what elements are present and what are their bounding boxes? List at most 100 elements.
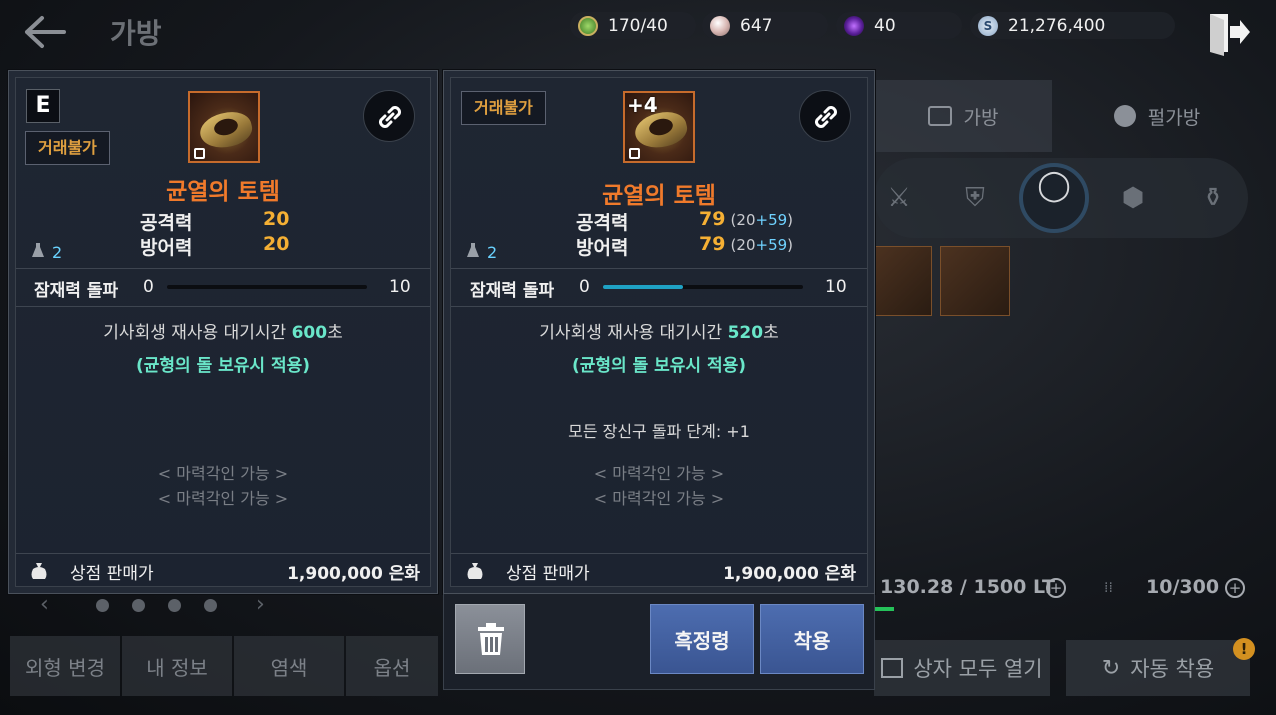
- potential-max: 10: [389, 277, 411, 297]
- appearance-button[interactable]: 외형 변경: [10, 636, 120, 696]
- potential-bar: [603, 285, 803, 289]
- attack-label: 공격력: [576, 212, 629, 234]
- potential-label: 잠재력 돌파: [34, 281, 119, 301]
- potential-max: 10: [825, 277, 847, 297]
- revive-cooldown-effect: 기사회생 재사용 대기시간 600초: [103, 323, 343, 343]
- attack-value-row: 79 (20+59): [699, 208, 794, 230]
- currency-energy-value: 170/40: [608, 15, 668, 36]
- tab-bag-label: 가방: [963, 106, 999, 129]
- weight-plus-icon[interactable]: +: [1046, 578, 1066, 598]
- rune-slot: < 마력각인 가능 >: [157, 464, 289, 483]
- weight-icon: [31, 241, 45, 259]
- currency-dark-orb[interactable]: 40: [836, 12, 962, 39]
- potential-min: 0: [143, 277, 154, 297]
- equip-button[interactable]: 착용: [760, 604, 864, 674]
- notification-badge: !: [1233, 638, 1255, 660]
- exit-door-icon[interactable]: [1206, 10, 1250, 56]
- divider: [16, 306, 430, 307]
- revive-cooldown-effect: 기사회생 재사용 대기시간 520초: [539, 323, 779, 343]
- divider: [451, 268, 867, 269]
- potential-min: 0: [579, 277, 590, 297]
- currency-dark-orb-value: 40: [874, 15, 896, 36]
- defense-value-row: 79 (20+59): [699, 233, 794, 255]
- link-icon: [815, 106, 837, 128]
- bag-slot[interactable]: [872, 246, 932, 316]
- potential-bar: [167, 285, 367, 289]
- defense-value: 79: [699, 233, 726, 255]
- delete-button[interactable]: [455, 604, 525, 674]
- lock-icon: [194, 148, 205, 159]
- auto-equip-button[interactable]: ↻ 자동 착용: [1066, 640, 1250, 696]
- accessory-breakthrough-effect: 모든 장신구 돌파 단계: +1: [568, 422, 750, 441]
- dye-button[interactable]: 염색: [234, 636, 344, 696]
- shop-sell-price: 상점 판매가 1,900,000 은화: [30, 554, 420, 588]
- weight-icon: [466, 241, 480, 259]
- link-button[interactable]: [799, 90, 851, 142]
- grid-icon: ⁞⁞: [1104, 580, 1113, 596]
- tab-pearl-bag[interactable]: 펄가방: [1052, 80, 1262, 152]
- box-icon: [881, 658, 904, 678]
- bag-weight: 130.28 / 1500 LT: [880, 576, 1055, 598]
- bag-tab-icon: [927, 106, 952, 126]
- potential-label: 잠재력 돌파: [470, 281, 555, 301]
- attack-value: 79: [699, 208, 726, 230]
- untradeable-badge: 거래불가: [461, 91, 546, 125]
- black-spirit-button[interactable]: 흑정령: [650, 604, 754, 674]
- currency-silver[interactable]: S 21,276,400: [970, 12, 1175, 39]
- trash-icon: [478, 623, 504, 655]
- screen-title: 가방: [110, 17, 162, 50]
- item-image: [188, 91, 260, 163]
- tab-bag[interactable]: 가방: [874, 80, 1052, 152]
- bag-slot[interactable]: [940, 246, 1010, 316]
- item-name: 균열의 토템: [166, 179, 280, 205]
- effect-note: (균형의 돌 보유시 적용): [135, 356, 311, 376]
- pearl-bag-tab-icon: [1113, 105, 1136, 127]
- enhance-level: +4: [627, 93, 658, 117]
- weight-bar: [874, 607, 894, 611]
- back-arrow-icon[interactable]: [22, 14, 68, 50]
- link-button[interactable]: [363, 90, 415, 142]
- my-info-button[interactable]: 내 정보: [122, 636, 232, 696]
- money-bag-icon: [467, 563, 483, 579]
- pager-dot[interactable]: [204, 599, 217, 612]
- dark-orb-icon: [844, 15, 864, 36]
- pager-left-icon[interactable]: ‹: [40, 592, 49, 617]
- weapon-category-icon[interactable]: ⚔: [876, 175, 922, 221]
- divider: [451, 306, 867, 307]
- accessory-category-icon[interactable]: ◯: [1019, 163, 1089, 233]
- rune-slot: < 마력각인 가능 >: [593, 464, 725, 483]
- armor-category-icon[interactable]: ⛨: [952, 175, 998, 221]
- attack-label: 공격력: [140, 212, 193, 234]
- pager-dot[interactable]: [168, 599, 181, 612]
- rune-slot: < 마력각인 가능 >: [157, 489, 289, 508]
- pager-dot[interactable]: [96, 599, 109, 612]
- item-image: +4: [623, 91, 695, 163]
- bag-slot-count: 10/300: [1146, 576, 1220, 598]
- gem-category-icon[interactable]: ⬢: [1110, 175, 1156, 221]
- defense-label: 방어력: [140, 237, 193, 259]
- pearl-icon: [710, 15, 730, 36]
- slot-plus-icon[interactable]: +: [1225, 578, 1245, 598]
- potion-category-icon[interactable]: ⚱: [1190, 175, 1236, 221]
- attack-value: 20: [263, 208, 290, 230]
- money-bag-icon: [31, 563, 47, 579]
- currency-pearl[interactable]: 647: [702, 12, 828, 39]
- rune-slot: < 마력각인 가능 >: [593, 489, 725, 508]
- link-icon: [379, 106, 401, 128]
- untradeable-badge: 거래불가: [25, 131, 110, 165]
- auto-equip-label: 자동 착용: [1130, 657, 1215, 681]
- item-name: 균열의 토템: [602, 183, 716, 209]
- pager-dot[interactable]: [132, 599, 145, 612]
- currency-silver-value: 21,276,400: [1008, 15, 1106, 36]
- leaf-icon: [578, 15, 598, 36]
- currency-pearl-value: 647: [740, 15, 773, 36]
- options-button[interactable]: 옵션: [346, 636, 438, 696]
- item-weight: 2: [487, 243, 498, 262]
- open-all-boxes-label: 상자 모두 열기: [913, 657, 1043, 681]
- refresh-icon: ↻: [1101, 655, 1121, 681]
- currency-energy[interactable]: 170/40: [570, 12, 696, 39]
- defense-label: 방어력: [576, 237, 629, 259]
- pager-right-icon[interactable]: ›: [256, 592, 265, 617]
- lock-icon: [629, 148, 640, 159]
- open-all-boxes-button[interactable]: 상자 모두 열기: [874, 640, 1050, 696]
